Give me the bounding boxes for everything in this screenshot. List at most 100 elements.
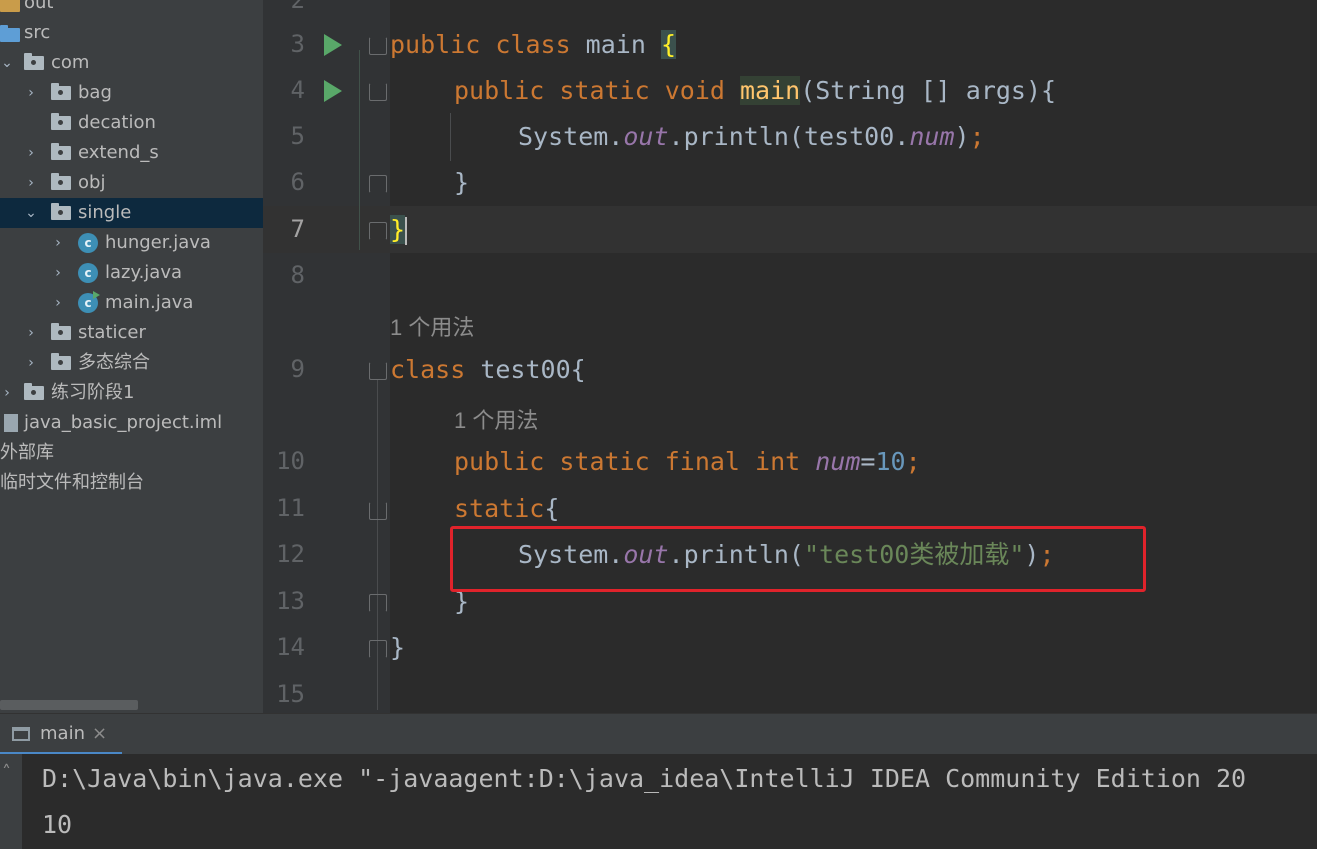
annotation-highlight-box <box>450 526 1146 592</box>
package-icon <box>51 203 71 220</box>
line-number: 12 <box>276 540 305 568</box>
package-icon <box>51 83 71 100</box>
chevron-down-icon[interactable]: ⌄ <box>24 198 38 228</box>
text-caret <box>405 217 408 245</box>
tree-item-label: 多态综合 <box>78 352 150 373</box>
tree-item-single[interactable]: ⌄ single <box>0 198 263 228</box>
line-number: 14 <box>276 633 305 661</box>
tree-item-label: 练习阶段1 <box>51 382 135 403</box>
usage-hint[interactable]: 1 个用法 <box>454 403 538 435</box>
tree-item-lazy-java[interactable]: › c lazy.java <box>0 258 263 288</box>
chevron-right-icon[interactable]: › <box>51 288 65 318</box>
package-icon <box>51 323 71 340</box>
chevron-right-icon[interactable]: › <box>24 348 38 378</box>
tree-item-label: out <box>24 0 54 13</box>
package-icon <box>51 113 71 130</box>
fold-marker-icon[interactable] <box>369 594 387 612</box>
run-tool-window-header: main × <box>0 713 1317 755</box>
tree-item-label: src <box>24 22 51 43</box>
chevron-right-icon[interactable]: › <box>0 378 14 408</box>
tree-item-obj[interactable]: › obj <box>0 168 263 198</box>
console-icon <box>12 727 30 741</box>
tree-item-label: staticer <box>78 322 146 343</box>
code-line-10: public static final int num=10; <box>454 447 921 476</box>
chevron-right-icon[interactable]: › <box>24 138 38 168</box>
tree-item-label: main.java <box>105 292 194 313</box>
chevron-right-icon[interactable]: › <box>24 168 38 198</box>
tree-item-label: 临时文件和控制台 <box>0 472 144 493</box>
tree-item-src[interactable]: src <box>0 18 263 48</box>
tree-item-label: obj <box>78 172 106 193</box>
tree-item-label: 外部库 <box>0 442 54 463</box>
console-toolbar: ˄ <box>0 754 22 849</box>
line-number: 11 <box>276 494 305 522</box>
console-output-line: D:\Java\bin\java.exe "-javaagent:D:\java… <box>42 764 1247 793</box>
line-number: 3 <box>290 30 305 58</box>
tree-item-label: lazy.java <box>105 262 183 283</box>
line-number: 2 <box>290 0 305 14</box>
run-tab-label: main <box>40 723 85 744</box>
fold-guide <box>377 380 378 710</box>
project-tree-panel: out src ⌄ com › bag decation › extend_s … <box>0 0 263 713</box>
run-class-icon[interactable] <box>324 34 342 56</box>
folder-icon <box>0 0 20 12</box>
line-number: 10 <box>276 447 305 475</box>
run-tab-main[interactable]: main × <box>0 714 122 755</box>
horizontal-scrollbar[interactable] <box>0 700 138 710</box>
tree-item-hunger-java[interactable]: › c hunger.java <box>0 228 263 258</box>
tree-item-staticer[interactable]: › staticer <box>0 318 263 348</box>
tree-item-iml-file[interactable]: java_basic_project.iml <box>0 408 263 438</box>
fold-marker-icon[interactable] <box>369 83 387 101</box>
code-line-4: public static void main(String [] args){ <box>454 76 1057 105</box>
tree-item-com[interactable]: ⌄ com <box>0 48 263 78</box>
tree-item-decation[interactable]: decation <box>0 108 263 138</box>
tree-item-scratches-and-consoles[interactable]: 临时文件和控制台 <box>0 468 263 498</box>
tree-item-out[interactable]: out <box>0 0 263 18</box>
fold-marker-icon[interactable] <box>369 502 387 520</box>
package-icon <box>51 143 71 160</box>
current-line-highlight <box>263 206 1317 253</box>
run-console[interactable]: ˄ D:\Java\bin\java.exe "-javaagent:D:\ja… <box>0 754 1317 849</box>
fold-marker-icon[interactable] <box>369 362 387 380</box>
tree-item-practice-stage-1[interactable]: › 练习阶段1 <box>0 378 263 408</box>
chevron-down-icon[interactable]: ⌄ <box>0 48 14 78</box>
java-class-icon: c <box>78 233 98 253</box>
code-line-11: static{ <box>454 494 560 523</box>
tree-item-label: single <box>78 202 132 223</box>
tree-item-main-java[interactable]: › c main.java <box>0 288 263 318</box>
chevron-right-icon[interactable]: › <box>51 258 65 288</box>
tree-item-label: hunger.java <box>105 232 211 253</box>
chevron-right-icon[interactable]: › <box>51 228 65 258</box>
code-line-5: System.out.println(test00.num); <box>518 122 985 151</box>
tree-item-extend_s[interactable]: › extend_s <box>0 138 263 168</box>
package-icon <box>24 53 44 70</box>
fold-marker-icon[interactable] <box>369 222 387 240</box>
tree-item-label: extend_s <box>78 142 159 163</box>
indent-guide <box>450 113 451 161</box>
line-number: 8 <box>290 261 305 289</box>
line-number: 4 <box>290 76 305 104</box>
code-line-9: class test00{ <box>390 355 586 384</box>
run-method-icon[interactable] <box>324 80 342 102</box>
package-icon <box>24 383 44 400</box>
code-line-6: } <box>454 168 470 197</box>
usage-hint[interactable]: 1 个用法 <box>390 310 474 342</box>
console-output-line: 10 <box>42 810 73 839</box>
package-icon <box>51 173 71 190</box>
chevron-right-icon[interactable]: › <box>24 78 38 108</box>
chevron-right-icon[interactable]: › <box>24 318 38 348</box>
line-number: 15 <box>276 680 305 708</box>
fold-marker-icon[interactable] <box>369 175 387 193</box>
line-number: 6 <box>290 168 305 196</box>
line-number: 9 <box>290 355 305 383</box>
tree-item-external-libraries[interactable]: 外部库 <box>0 438 263 468</box>
tree-item-polymorphism[interactable]: › 多态综合 <box>0 348 263 378</box>
chevron-up-icon[interactable]: ˄ <box>2 762 11 783</box>
tree-item-bag[interactable]: › bag <box>0 78 263 108</box>
close-icon[interactable]: × <box>92 723 107 744</box>
fold-marker-icon[interactable] <box>369 37 387 55</box>
fold-marker-icon[interactable] <box>369 640 387 658</box>
code-line-14: } <box>390 633 406 662</box>
module-file-icon <box>4 414 18 432</box>
tree-item-label: com <box>51 52 90 73</box>
